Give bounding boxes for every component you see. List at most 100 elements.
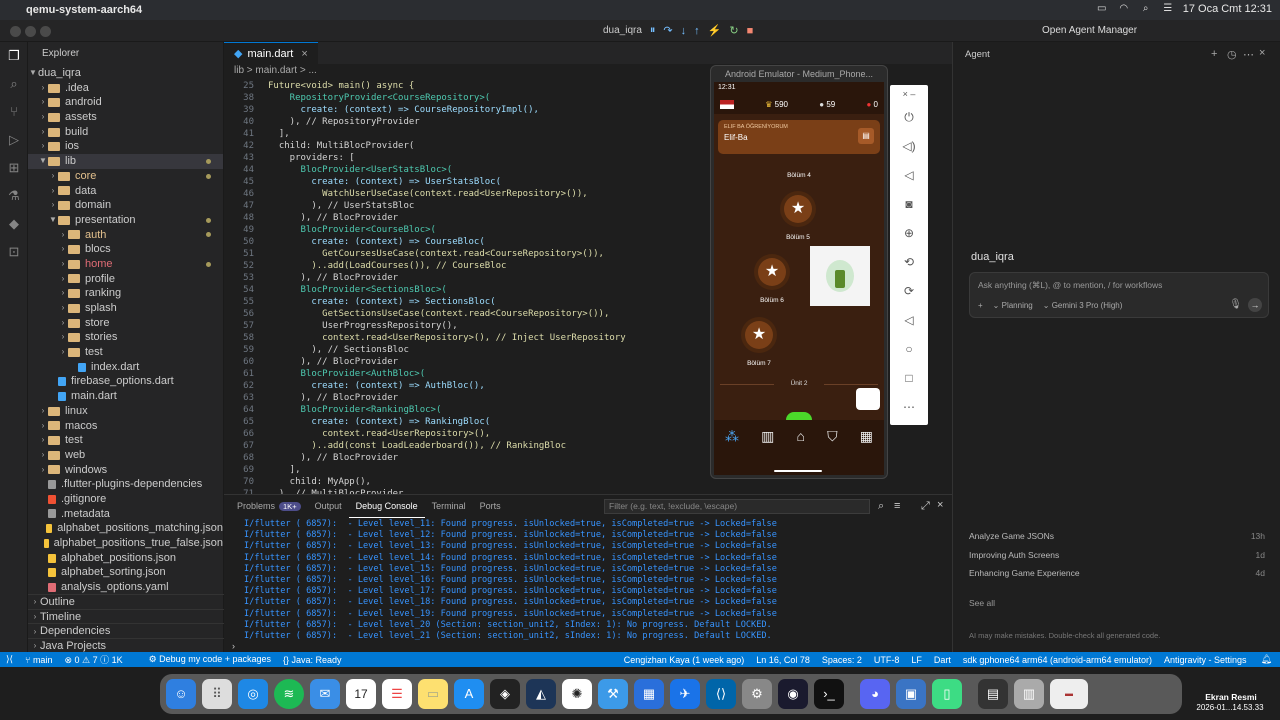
flutter-icon[interactable]: ◆ (0, 210, 28, 238)
debug-status[interactable]: ⚙ Debug my code + packages (129, 654, 277, 665)
nav-shield-icon[interactable]: ⛉ (827, 428, 838, 475)
panel-tab-debug-console[interactable]: Debug Console (348, 495, 425, 518)
encoding[interactable]: UTF-8 (868, 655, 906, 665)
xcode-icon[interactable]: ⚒ (598, 679, 628, 709)
tree-item[interactable]: › test (28, 433, 223, 448)
desktop-file-name[interactable]: Ekran Resmi (1186, 692, 1276, 702)
testflight-icon[interactable]: ✈ (670, 679, 700, 709)
obs-icon[interactable]: ◉ (778, 679, 808, 709)
tree-item[interactable]: › store (28, 316, 223, 331)
source-control-icon[interactable]: ⑂ (0, 98, 28, 126)
tree-item[interactable]: › macos (28, 419, 223, 434)
maximize-panel-icon[interactable]: ⤢ (921, 500, 930, 513)
model-select[interactable]: ⌄ Gemini 3 Pro (High) (1043, 301, 1123, 310)
safari-icon[interactable]: ◎ (238, 679, 268, 709)
recent-screenshot-thumbnail[interactable]: ▬ (1050, 679, 1088, 709)
tab-main-dart[interactable]: ◆ main.dart × (224, 42, 318, 64)
tree-item[interactable]: alphabet_positions_true_false.json (28, 536, 223, 551)
panel-tab-output[interactable]: Output (308, 495, 349, 517)
overview-icon[interactable]: □ (890, 364, 928, 393)
rotate-right-icon[interactable]: ⟳ (890, 277, 928, 306)
power-icon[interactable]: ⏻ (890, 103, 928, 132)
remote-icon[interactable]: ⊡ (0, 238, 28, 266)
tree-item[interactable]: › domain (28, 198, 223, 213)
wifi-icon[interactable]: ◠ (1117, 3, 1131, 15)
camera-icon[interactable]: ◙ (890, 190, 928, 219)
branch-status[interactable]: ⑂ main (19, 655, 58, 665)
run-debug-icon[interactable]: ▷ (0, 126, 28, 154)
app-store-icon[interactable]: A (454, 679, 484, 709)
stop-icon[interactable]: ■ (747, 25, 754, 37)
console-prompt-icon[interactable]: › (232, 641, 235, 651)
tree-item[interactable]: .flutter-plugins-dependencies (28, 477, 223, 492)
tree-item[interactable]: › profile (28, 272, 223, 287)
mic-icon[interactable]: 🎙︎ (1229, 299, 1242, 310)
clock[interactable]: 17 Oca Cmt 12:31 (1183, 3, 1272, 15)
zoom-window-button[interactable] (40, 26, 51, 37)
step-over-icon[interactable]: ↷ (663, 24, 672, 37)
git-blame[interactable]: Cengizhan Kaya (1 week ago) (618, 655, 751, 665)
tree-item[interactable]: › assets (28, 110, 223, 125)
tree-item[interactable]: › splash (28, 301, 223, 316)
remote-icon[interactable]: ⟩⟨ (0, 654, 19, 665)
root-folder[interactable]: ▼ dua_iqra (28, 66, 223, 81)
tree-item[interactable]: alphabet_sorting.json (28, 565, 223, 580)
minimize-window-button[interactable] (25, 26, 36, 37)
launchpad-icon[interactable]: ⠿ (202, 679, 232, 709)
panel-tab-problems[interactable]: Problems 1K+ (230, 495, 308, 518)
discord-icon[interactable]: ◕ (860, 679, 890, 709)
minimize-icon[interactable]: × – (890, 85, 928, 103)
tree-item[interactable]: index.dart (28, 360, 223, 375)
control-center-icon[interactable]: ☰ (1161, 3, 1175, 15)
system-settings-icon[interactable]: ⚙ (742, 679, 772, 709)
hot-reload-icon[interactable]: ⚡ (708, 24, 722, 37)
tree-item[interactable]: › test (28, 345, 223, 360)
level-5-star-button[interactable]: ★ (784, 195, 812, 223)
phone-screen[interactable]: 12:31 ♛ 590 ● 59 ● 0 ELIF BA ÖĞRENİYORUM… (714, 82, 884, 475)
tree-item[interactable]: › android (28, 95, 223, 110)
finder-icon[interactable]: ☺ (166, 679, 196, 709)
testing-icon[interactable]: ⚗ (0, 182, 28, 210)
pause-icon[interactable]: ⏸ (650, 24, 656, 37)
tree-item[interactable]: › ranking (28, 286, 223, 301)
nav-mosque-icon[interactable]: ⌂ (797, 428, 805, 475)
panel-tab-terminal[interactable]: Terminal (425, 495, 473, 517)
nav-lessons-icon[interactable]: ▥ (761, 428, 774, 475)
calendar-icon[interactable]: 17 (346, 679, 376, 709)
settings-status[interactable]: Antigravity - Settings (1158, 655, 1253, 665)
see-all-link[interactable]: See all (969, 598, 995, 608)
scroll-up-button[interactable] (856, 388, 880, 410)
conversation-item[interactable]: Analyze Game JSONs 13h (969, 531, 1265, 550)
activity-monitor-icon[interactable]: ▤ (978, 679, 1008, 709)
filter-input[interactable]: Filter (e.g. text, !exclude, \escape) (604, 499, 870, 514)
line-ending[interactable]: LF (905, 655, 928, 665)
cursor-position[interactable]: Ln 16, Col 78 (750, 655, 816, 665)
next-level-node[interactable] (786, 412, 812, 420)
agent-input-box[interactable]: Ask anything (⌘L), @ to mention, / for w… (969, 272, 1269, 318)
section-dependencies[interactable]: › Dependencies (28, 623, 224, 638)
open-agent-manager-button[interactable]: Open Agent Manager (1042, 25, 1137, 36)
tree-item[interactable]: › auth (28, 228, 223, 243)
search-icon[interactable]: ⌕ (1139, 3, 1153, 15)
course-banner[interactable]: ELIF BA ÖĞRENİYORUM Elif-Ba ▤ (718, 120, 880, 154)
java-status[interactable]: {} Java: Ready (277, 655, 348, 665)
unity-icon[interactable]: ◈ (490, 679, 520, 709)
conversation-item[interactable]: Improving Auth Screens 1d (969, 550, 1265, 569)
tree-item[interactable]: alphabet_positions.json (28, 551, 223, 566)
more-icon[interactable]: ⋯ (890, 393, 928, 422)
search-icon[interactable]: ⌕ (0, 70, 28, 98)
restart-icon[interactable]: ↻ (729, 24, 738, 37)
history-icon[interactable]: ◷ (1227, 48, 1237, 61)
nav-alphabet-icon[interactable]: ⁂ (725, 428, 739, 475)
mode-select[interactable]: ⌄ Planning (993, 301, 1033, 310)
streak-stat[interactable]: ● 0 (866, 100, 878, 109)
tree-item[interactable]: › linux (28, 404, 223, 419)
step-out-icon[interactable]: ↑ (694, 25, 700, 37)
extensions-icon[interactable]: ⊞ (0, 154, 28, 182)
level-6-star-button[interactable]: ★ (758, 258, 786, 286)
more-icon[interactable]: ⋯ (1243, 48, 1254, 61)
tree-item[interactable]: › build (28, 125, 223, 140)
home-icon[interactable]: ○ (890, 335, 928, 364)
emulator-title[interactable]: Android Emulator - Medium_Phone... (711, 66, 887, 82)
nav-store-icon[interactable]: ▦ (860, 428, 873, 475)
